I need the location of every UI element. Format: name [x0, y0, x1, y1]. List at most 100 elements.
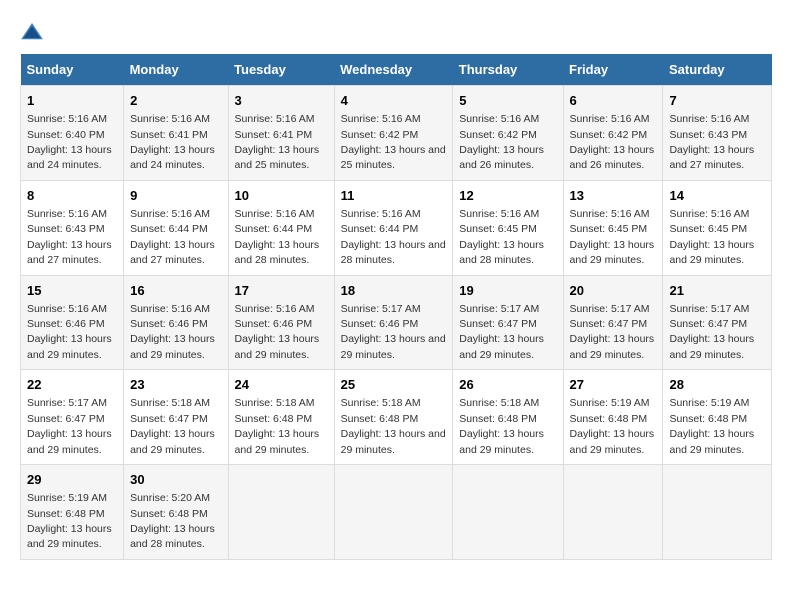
day-info: Sunrise: 5:19 AMSunset: 6:48 PMDaylight:… — [27, 492, 112, 550]
day-number: 15 — [27, 282, 117, 300]
day-number: 5 — [459, 92, 556, 110]
calendar-cell — [228, 465, 334, 560]
day-number: 4 — [341, 92, 447, 110]
day-number: 6 — [570, 92, 657, 110]
day-number: 28 — [669, 376, 765, 394]
day-info: Sunrise: 5:17 AMSunset: 6:46 PMDaylight:… — [341, 303, 446, 361]
header-sunday: Sunday — [21, 54, 124, 86]
calendar-header-row: SundayMondayTuesdayWednesdayThursdayFrid… — [21, 54, 772, 86]
day-number: 17 — [235, 282, 328, 300]
day-number: 29 — [27, 471, 117, 489]
calendar-cell: 26 Sunrise: 5:18 AMSunset: 6:48 PMDaylig… — [453, 370, 563, 465]
day-number: 19 — [459, 282, 556, 300]
day-number: 12 — [459, 187, 556, 205]
logo-icon — [20, 20, 44, 44]
day-info: Sunrise: 5:16 AMSunset: 6:45 PMDaylight:… — [459, 208, 544, 266]
day-info: Sunrise: 5:18 AMSunset: 6:48 PMDaylight:… — [341, 397, 446, 455]
day-info: Sunrise: 5:17 AMSunset: 6:47 PMDaylight:… — [27, 397, 112, 455]
calendar-week-row: 8 Sunrise: 5:16 AMSunset: 6:43 PMDayligh… — [21, 180, 772, 275]
day-number: 23 — [130, 376, 221, 394]
day-number: 22 — [27, 376, 117, 394]
day-number: 9 — [130, 187, 221, 205]
calendar-cell: 24 Sunrise: 5:18 AMSunset: 6:48 PMDaylig… — [228, 370, 334, 465]
day-info: Sunrise: 5:20 AMSunset: 6:48 PMDaylight:… — [130, 492, 215, 550]
day-number: 8 — [27, 187, 117, 205]
calendar-cell: 29 Sunrise: 5:19 AMSunset: 6:48 PMDaylig… — [21, 465, 124, 560]
day-number: 25 — [341, 376, 447, 394]
calendar-table: SundayMondayTuesdayWednesdayThursdayFrid… — [20, 54, 772, 560]
day-info: Sunrise: 5:16 AMSunset: 6:40 PMDaylight:… — [27, 113, 112, 171]
day-info: Sunrise: 5:16 AMSunset: 6:42 PMDaylight:… — [341, 113, 446, 171]
calendar-cell: 7 Sunrise: 5:16 AMSunset: 6:43 PMDayligh… — [663, 86, 772, 181]
day-info: Sunrise: 5:19 AMSunset: 6:48 PMDaylight:… — [669, 397, 754, 455]
header-monday: Monday — [124, 54, 228, 86]
day-info: Sunrise: 5:17 AMSunset: 6:47 PMDaylight:… — [459, 303, 544, 361]
calendar-cell: 15 Sunrise: 5:16 AMSunset: 6:46 PMDaylig… — [21, 275, 124, 370]
calendar-cell: 20 Sunrise: 5:17 AMSunset: 6:47 PMDaylig… — [563, 275, 663, 370]
calendar-cell: 3 Sunrise: 5:16 AMSunset: 6:41 PMDayligh… — [228, 86, 334, 181]
day-number: 11 — [341, 187, 447, 205]
header-saturday: Saturday — [663, 54, 772, 86]
calendar-cell: 27 Sunrise: 5:19 AMSunset: 6:48 PMDaylig… — [563, 370, 663, 465]
day-info: Sunrise: 5:17 AMSunset: 6:47 PMDaylight:… — [570, 303, 655, 361]
calendar-cell: 2 Sunrise: 5:16 AMSunset: 6:41 PMDayligh… — [124, 86, 228, 181]
day-info: Sunrise: 5:16 AMSunset: 6:43 PMDaylight:… — [27, 208, 112, 266]
calendar-cell: 1 Sunrise: 5:16 AMSunset: 6:40 PMDayligh… — [21, 86, 124, 181]
calendar-cell: 9 Sunrise: 5:16 AMSunset: 6:44 PMDayligh… — [124, 180, 228, 275]
calendar-cell — [663, 465, 772, 560]
calendar-cell: 5 Sunrise: 5:16 AMSunset: 6:42 PMDayligh… — [453, 86, 563, 181]
day-info: Sunrise: 5:16 AMSunset: 6:44 PMDaylight:… — [235, 208, 320, 266]
logo — [20, 20, 48, 44]
calendar-week-row: 1 Sunrise: 5:16 AMSunset: 6:40 PMDayligh… — [21, 86, 772, 181]
day-info: Sunrise: 5:18 AMSunset: 6:47 PMDaylight:… — [130, 397, 215, 455]
day-number: 30 — [130, 471, 221, 489]
day-info: Sunrise: 5:16 AMSunset: 6:45 PMDaylight:… — [570, 208, 655, 266]
day-info: Sunrise: 5:16 AMSunset: 6:43 PMDaylight:… — [669, 113, 754, 171]
calendar-cell: 12 Sunrise: 5:16 AMSunset: 6:45 PMDaylig… — [453, 180, 563, 275]
day-number: 18 — [341, 282, 447, 300]
calendar-cell: 8 Sunrise: 5:16 AMSunset: 6:43 PMDayligh… — [21, 180, 124, 275]
day-info: Sunrise: 5:16 AMSunset: 6:45 PMDaylight:… — [669, 208, 754, 266]
day-info: Sunrise: 5:18 AMSunset: 6:48 PMDaylight:… — [459, 397, 544, 455]
day-info: Sunrise: 5:17 AMSunset: 6:47 PMDaylight:… — [669, 303, 754, 361]
calendar-week-row: 22 Sunrise: 5:17 AMSunset: 6:47 PMDaylig… — [21, 370, 772, 465]
day-info: Sunrise: 5:16 AMSunset: 6:46 PMDaylight:… — [235, 303, 320, 361]
calendar-cell: 6 Sunrise: 5:16 AMSunset: 6:42 PMDayligh… — [563, 86, 663, 181]
day-info: Sunrise: 5:16 AMSunset: 6:42 PMDaylight:… — [570, 113, 655, 171]
calendar-week-row: 15 Sunrise: 5:16 AMSunset: 6:46 PMDaylig… — [21, 275, 772, 370]
day-number: 3 — [235, 92, 328, 110]
calendar-cell: 21 Sunrise: 5:17 AMSunset: 6:47 PMDaylig… — [663, 275, 772, 370]
day-number: 20 — [570, 282, 657, 300]
calendar-cell: 16 Sunrise: 5:16 AMSunset: 6:46 PMDaylig… — [124, 275, 228, 370]
day-info: Sunrise: 5:16 AMSunset: 6:42 PMDaylight:… — [459, 113, 544, 171]
day-info: Sunrise: 5:16 AMSunset: 6:41 PMDaylight:… — [235, 113, 320, 171]
calendar-cell: 30 Sunrise: 5:20 AMSunset: 6:48 PMDaylig… — [124, 465, 228, 560]
calendar-cell: 19 Sunrise: 5:17 AMSunset: 6:47 PMDaylig… — [453, 275, 563, 370]
day-number: 10 — [235, 187, 328, 205]
day-number: 7 — [669, 92, 765, 110]
calendar-cell: 17 Sunrise: 5:16 AMSunset: 6:46 PMDaylig… — [228, 275, 334, 370]
day-number: 1 — [27, 92, 117, 110]
calendar-cell — [334, 465, 453, 560]
day-number: 16 — [130, 282, 221, 300]
calendar-cell: 10 Sunrise: 5:16 AMSunset: 6:44 PMDaylig… — [228, 180, 334, 275]
header-thursday: Thursday — [453, 54, 563, 86]
calendar-cell: 11 Sunrise: 5:16 AMSunset: 6:44 PMDaylig… — [334, 180, 453, 275]
day-info: Sunrise: 5:19 AMSunset: 6:48 PMDaylight:… — [570, 397, 655, 455]
calendar-cell — [563, 465, 663, 560]
day-number: 14 — [669, 187, 765, 205]
day-info: Sunrise: 5:18 AMSunset: 6:48 PMDaylight:… — [235, 397, 320, 455]
day-info: Sunrise: 5:16 AMSunset: 6:46 PMDaylight:… — [27, 303, 112, 361]
calendar-cell: 18 Sunrise: 5:17 AMSunset: 6:46 PMDaylig… — [334, 275, 453, 370]
calendar-cell: 23 Sunrise: 5:18 AMSunset: 6:47 PMDaylig… — [124, 370, 228, 465]
calendar-cell: 13 Sunrise: 5:16 AMSunset: 6:45 PMDaylig… — [563, 180, 663, 275]
day-info: Sunrise: 5:16 AMSunset: 6:44 PMDaylight:… — [130, 208, 215, 266]
day-number: 2 — [130, 92, 221, 110]
calendar-cell: 4 Sunrise: 5:16 AMSunset: 6:42 PMDayligh… — [334, 86, 453, 181]
header-wednesday: Wednesday — [334, 54, 453, 86]
day-number: 24 — [235, 376, 328, 394]
day-number: 13 — [570, 187, 657, 205]
calendar-cell: 28 Sunrise: 5:19 AMSunset: 6:48 PMDaylig… — [663, 370, 772, 465]
calendar-cell: 22 Sunrise: 5:17 AMSunset: 6:47 PMDaylig… — [21, 370, 124, 465]
day-number: 27 — [570, 376, 657, 394]
